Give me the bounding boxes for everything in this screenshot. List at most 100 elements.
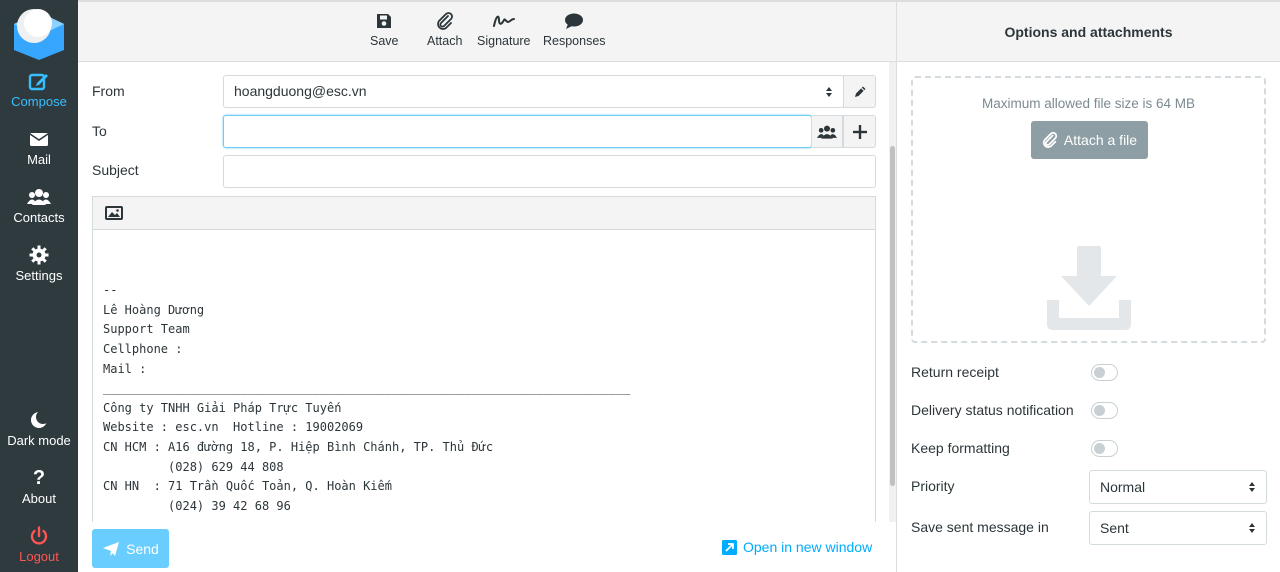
select-arrows-icon xyxy=(1249,482,1255,492)
attach-file-label: Attach a file xyxy=(1063,132,1138,148)
sidebar-item-label: Settings xyxy=(15,268,63,283)
message-line xyxy=(103,242,865,262)
sidebar-item-label: Compose xyxy=(11,94,67,109)
plus-icon xyxy=(852,124,867,139)
from-select[interactable]: hoangduong@esc.vn xyxy=(223,75,844,108)
compose-footer: Send Open in new window xyxy=(78,522,896,572)
add-header-button[interactable] xyxy=(843,115,876,148)
open-in-new-window-label: Open in new window xyxy=(743,539,873,555)
delivery-status-label: Delivery status notification xyxy=(911,402,1074,418)
save-sent-value: Sent xyxy=(1100,520,1129,536)
sidebar-item-mail[interactable]: Mail xyxy=(0,128,78,167)
to-input[interactable] xyxy=(223,115,812,148)
editor-toolbar xyxy=(93,197,875,230)
return-receipt-row: Return receipt xyxy=(911,364,1267,384)
compose-form: From hoangduong@esc.vn To Subject -- Lê … xyxy=(78,62,888,572)
attach-label: Attach xyxy=(427,34,463,48)
sidebar-item-contacts[interactable]: Contacts xyxy=(0,186,78,225)
download-icon xyxy=(1047,246,1131,330)
attach-button[interactable]: Attach xyxy=(427,12,462,48)
attachment-dropzone[interactable]: Maximum allowed file size is 64 MB Attac… xyxy=(911,76,1266,343)
sidebar-item-label: About xyxy=(22,491,56,506)
sidebar-item-label: Logout xyxy=(19,549,59,564)
sidebar-item-compose[interactable]: Compose xyxy=(0,70,78,109)
return-receipt-toggle[interactable] xyxy=(1091,364,1118,381)
floppy-disk-icon xyxy=(377,14,392,28)
gear-icon xyxy=(29,245,49,265)
power-icon xyxy=(30,526,48,545)
message-line: (024) 39 42 68 96 xyxy=(103,498,291,513)
message-editor[interactable]: -- Lê Hoàng Dương Support Team Cellphone : M… xyxy=(92,196,876,526)
priority-value: Normal xyxy=(1100,479,1146,495)
send-label: Send xyxy=(126,540,159,557)
signature-button[interactable]: Signature xyxy=(477,12,531,48)
delivery-status-row: Delivery status notification xyxy=(911,402,1267,422)
message-line: Support Team xyxy=(103,322,190,337)
message-line xyxy=(103,262,865,282)
signature-icon xyxy=(492,15,515,27)
sidebar-item-label: Mail xyxy=(27,152,51,167)
subject-input[interactable] xyxy=(223,155,876,188)
attach-file-button[interactable]: Attach a file xyxy=(1031,121,1148,159)
options-panel: Options and attachments Maximum allowed … xyxy=(896,0,1280,572)
select-arrows-icon xyxy=(826,87,832,97)
users-icon xyxy=(27,189,51,205)
open-in-new-window-link[interactable]: Open in new window xyxy=(722,539,872,555)
users-icon xyxy=(817,125,837,139)
keep-formatting-toggle[interactable] xyxy=(1091,440,1118,457)
message-line: Cellphone : xyxy=(103,341,183,356)
save-sent-label: Save sent message in xyxy=(911,519,1049,535)
message-line: Website : esc.vn Hotline : 19002069 xyxy=(103,420,364,435)
sidebar-item-label: Dark mode xyxy=(7,433,71,448)
sidebar-item-settings[interactable]: Settings xyxy=(0,244,78,283)
scrollbar-thumb[interactable] xyxy=(890,146,895,486)
sidebar: Compose Mail Contacts Settings Dark mode… xyxy=(0,0,78,572)
paperclip-icon xyxy=(1042,132,1058,148)
subject-label: Subject xyxy=(92,162,139,178)
speech-bubble-icon xyxy=(565,13,584,29)
compose-toolbar: Save Attach Signature Responses xyxy=(78,0,896,62)
save-label: Save xyxy=(370,34,399,48)
message-line: (028) 629 44 808 xyxy=(103,459,284,474)
paper-plane-icon xyxy=(103,541,120,556)
message-line: CN HCM : A16 đường 18, P. Hiệp Bình Chán… xyxy=(103,439,494,454)
keep-formatting-label: Keep formatting xyxy=(911,440,1010,456)
external-window-icon xyxy=(722,539,737,555)
responses-button[interactable]: Responses xyxy=(543,12,606,48)
message-line: ________________________________________… xyxy=(103,381,631,396)
sidebar-item-about[interactable]: ? About xyxy=(0,467,78,506)
paperclip-icon xyxy=(436,12,453,30)
return-receipt-label: Return receipt xyxy=(911,364,999,380)
image-icon[interactable] xyxy=(105,206,123,220)
compose-icon xyxy=(28,73,48,91)
save-button[interactable]: Save xyxy=(370,12,399,48)
priority-select[interactable]: Normal xyxy=(1089,470,1267,504)
question-icon: ? xyxy=(32,467,46,489)
sidebar-item-dark-mode[interactable]: Dark mode xyxy=(0,409,78,448)
form-scrollbar[interactable] xyxy=(889,62,896,522)
save-sent-row: Save sent message in Sent xyxy=(911,511,1267,545)
select-arrows-icon xyxy=(1249,523,1255,533)
responses-label: Responses xyxy=(543,34,606,48)
delivery-status-toggle[interactable] xyxy=(1091,402,1118,419)
edit-identity-button[interactable] xyxy=(843,75,876,108)
from-value: hoangduong@esc.vn xyxy=(234,83,367,99)
pencil-icon xyxy=(854,86,865,97)
send-button[interactable]: Send xyxy=(92,529,169,568)
message-line: Mail : xyxy=(103,361,147,376)
message-line: -- xyxy=(103,283,118,298)
app-logo xyxy=(14,9,64,60)
sidebar-item-logout[interactable]: Logout xyxy=(0,525,78,564)
message-body[interactable]: -- Lê Hoàng Dương Support Team Cellphone : M… xyxy=(93,230,875,516)
panel-title: Options and attachments xyxy=(897,0,1280,62)
sidebar-item-label: Contacts xyxy=(13,210,65,225)
from-label: From xyxy=(92,83,125,99)
moon-icon xyxy=(31,410,50,428)
add-contact-button[interactable] xyxy=(811,115,843,148)
signature-label: Signature xyxy=(477,34,531,48)
to-label: To xyxy=(92,123,107,139)
message-line: Công ty TNHH Giải Pháp Trực Tuyến xyxy=(103,400,342,415)
priority-row: Priority Normal xyxy=(911,470,1267,504)
envelope-icon xyxy=(29,133,49,146)
save-sent-select[interactable]: Sent xyxy=(1089,511,1267,545)
